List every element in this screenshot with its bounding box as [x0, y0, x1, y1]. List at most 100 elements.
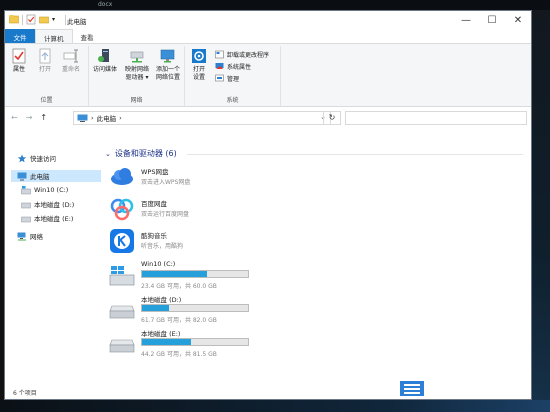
sidebar-item-drive-d[interactable]: 本地磁盘 (D:) [21, 198, 111, 210]
rename-button[interactable]: 重命名 [59, 48, 83, 74]
folder-icon[interactable] [9, 14, 19, 25]
media-server-icon [98, 49, 109, 62]
list-item-baidu-netdisk[interactable]: 百度网盘 双击运行百度网盘 [109, 196, 269, 224]
item-description: 双击运行百度网盘 [141, 211, 190, 218]
breadcrumb-separator: › [119, 114, 122, 122]
properties-label: 属性 [12, 66, 25, 73]
desktop-top-label: docx [98, 1, 113, 8]
sidebar-item-label: 本地磁盘 (E:) [34, 215, 74, 223]
map-network-drive-label: 映射网络 [124, 66, 149, 73]
toolbar-separator [65, 14, 66, 25]
tab-file[interactable]: 文件 [5, 29, 35, 43]
list-item-drive-e[interactable]: 本地磁盘 (E:) 44.2 GB 可用，共 81.5 GB [109, 328, 259, 360]
content-pane: ⌄ 设备和驱动器 (6) WPS网盘 双击进入WPS网盘 百度网盘 双击运行百度… [101, 128, 531, 384]
forward-button[interactable]: → [26, 113, 33, 122]
item-description: 听音乐，用酷狗 [141, 243, 184, 250]
network-group: 访问媒体 映射网络 驱动器 ▾ 添加一个 网络位置 网络 [89, 46, 185, 106]
rename-icon [63, 49, 78, 63]
open-button[interactable]: 打开 [33, 48, 57, 74]
system-group: 打开 设置 卸载或更改程序 系统属性 管理 系统 [185, 46, 281, 106]
drive-name: 本地磁盘 (E:) [141, 330, 181, 338]
map-network-drive-button[interactable]: 映射网络 驱动器 ▾ [123, 48, 151, 82]
drive-usage-fill [142, 305, 169, 311]
drive-usage-bar [141, 338, 249, 346]
back-button[interactable]: ← [11, 113, 18, 122]
tab-view[interactable]: 查看 [73, 29, 102, 43]
windows-drive-icon [109, 266, 135, 286]
open-icon [39, 48, 51, 64]
list-item-drive-c[interactable]: Win10 (C:) 23.4 GB 可用，共 60.0 GB [109, 260, 259, 292]
network-drive-icon [130, 51, 144, 63]
cloud-icon [111, 168, 133, 185]
computer-icon [77, 114, 88, 122]
minimize-button[interactable]: — [453, 11, 479, 29]
devices-section-header[interactable]: ⌄ 设备和驱动器 (6) [105, 148, 177, 159]
section-title: 设备和驱动器 (6) [114, 149, 177, 158]
system-properties-label: 系统属性 [227, 64, 252, 71]
add-network-location-button[interactable]: 添加一个 网络位置 [153, 48, 183, 82]
drive-usage-text: 44.2 GB 可用，共 81.5 GB [141, 351, 217, 358]
search-input[interactable] [345, 111, 527, 125]
drive-name: 本地磁盘 (D:) [141, 296, 182, 304]
tab-computer[interactable]: 计算机 [35, 29, 73, 43]
section-divider [187, 154, 523, 155]
watermark-subtext: XITONGZHIJIA.NET [436, 387, 515, 394]
maximize-button[interactable]: ☐ [479, 11, 505, 29]
drive-usage-bar [141, 270, 249, 278]
hard-drive-icon [21, 202, 31, 208]
desktop-bottom-strip [0, 400, 550, 412]
item-name: 酷狗音乐 [141, 232, 167, 240]
window-title: 此电脑 [67, 18, 87, 26]
uninstall-programs-button[interactable]: 卸载或更改程序 [215, 50, 269, 59]
system-properties-icon [215, 63, 224, 69]
open-settings-label-2: 设置 [192, 74, 205, 81]
sidebar-item-network[interactable]: 网络 [17, 230, 107, 242]
refresh-button[interactable]: ↻ [323, 111, 341, 125]
drive-usage-text: 61.7 GB 可用，共 82.0 GB [141, 317, 217, 324]
hard-drive-icon [109, 339, 135, 353]
hard-drive-icon [109, 305, 135, 319]
explorer-window: ▾ 此电脑 — ☐ ✕ 文件 计算机 查看 属性 打开 重命名 位置 访问媒体 … [4, 10, 532, 400]
list-item-wps-cloud[interactable]: WPS网盘 双击进入WPS网盘 [109, 164, 269, 192]
access-media-label: 访问媒体 [92, 66, 117, 73]
drive-usage-fill [142, 339, 191, 345]
properties-check-icon[interactable] [26, 14, 36, 25]
computer-icon [17, 172, 27, 180]
access-media-button[interactable]: 访问媒体 [91, 48, 119, 74]
properties-button[interactable]: 属性 [7, 48, 31, 74]
drive-name: Win10 (C:) [141, 260, 176, 268]
sidebar-item-this-pc[interactable]: 此电脑 [11, 170, 101, 182]
system-properties-button[interactable]: 系统属性 [215, 62, 251, 71]
qat-dropdown-icon[interactable]: ▾ [52, 14, 62, 25]
up-button[interactable]: ↑ [40, 113, 47, 122]
star-icon [17, 153, 27, 162]
sidebar-item-label: 此电脑 [30, 173, 50, 181]
windows-drive-icon [21, 185, 31, 194]
ribbon-tabs: 文件 计算机 查看 [5, 29, 531, 43]
hard-drive-icon [21, 216, 31, 222]
toolbar-separator [22, 14, 23, 25]
manage-button[interactable]: 管理 [215, 74, 239, 83]
close-button[interactable]: ✕ [505, 11, 531, 29]
system-group-label: 系统 [226, 97, 239, 104]
open-settings-label: 打开 [192, 66, 205, 73]
map-network-drive-label-2: 驱动器 ▾ [125, 74, 149, 81]
list-item-drive-d[interactable]: 本地磁盘 (D:) 61.7 GB 可用，共 82.0 GB [109, 294, 259, 326]
manage-icon [215, 74, 224, 82]
list-item-kugou-music[interactable]: 酷狗音乐 听音乐，用酷狗 [109, 228, 269, 256]
sidebar-item-quick-access[interactable]: 快速访问 [17, 152, 107, 164]
breadcrumb-path[interactable]: 此电脑 [97, 113, 117, 123]
new-folder-icon[interactable] [39, 14, 49, 25]
watermark: 系统之家 XITONGZHIJIA.NET [388, 362, 532, 400]
network-group-label: 网络 [130, 97, 143, 104]
properties-icon [12, 48, 26, 64]
sidebar-item-drive-c[interactable]: Win10 (C:) [21, 184, 111, 196]
sidebar-item-drive-e[interactable]: 本地磁盘 (E:) [21, 212, 111, 224]
watermark-text: 系统之家 [436, 368, 501, 386]
open-settings-button[interactable]: 打开 设置 [187, 48, 211, 82]
desktop-top-strip: docx [0, 0, 550, 10]
breadcrumb[interactable]: › 此电脑 › ⌄ [73, 111, 331, 125]
breadcrumb-separator: › [91, 114, 94, 122]
network-location-icon [160, 49, 175, 63]
ribbon: 属性 打开 重命名 位置 访问媒体 映射网络 驱动器 ▾ 添加一个 网络位置 网… [5, 43, 531, 107]
